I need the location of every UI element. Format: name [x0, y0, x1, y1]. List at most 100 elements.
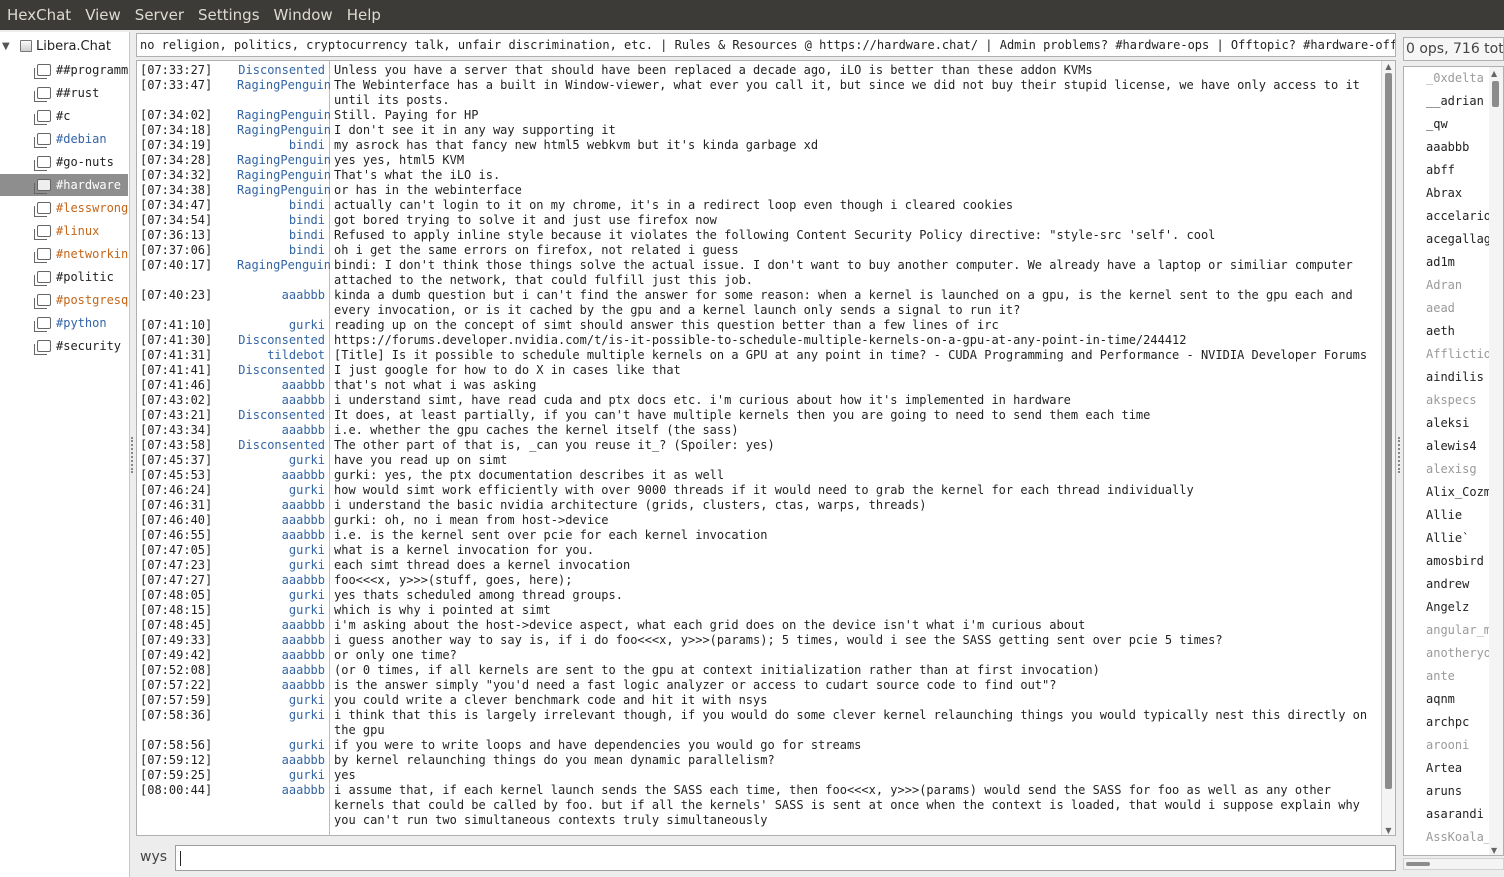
channel-item[interactable]: ##rust: [0, 82, 128, 104]
message-nick[interactable]: Disconsented: [237, 363, 327, 378]
message-nick[interactable]: RagingPenguin: [237, 108, 331, 123]
user-item[interactable]: aeth: [1426, 320, 1455, 343]
left-pane-grip[interactable]: [131, 437, 134, 473]
user-item[interactable]: Afflictio: [1426, 343, 1491, 366]
user-item[interactable]: aead: [1426, 297, 1455, 320]
channel-item[interactable]: #c: [0, 105, 128, 127]
scroll-thumb[interactable]: [1385, 73, 1392, 789]
channel-item[interactable]: ##programm: [0, 59, 128, 81]
message-nick[interactable]: aaabbb: [237, 663, 327, 678]
user-item[interactable]: akspecs: [1426, 389, 1477, 412]
user-item[interactable]: asarandi: [1426, 803, 1484, 826]
message-input[interactable]: [175, 845, 1396, 871]
chat-scrollbar[interactable]: ▲ ▼: [1381, 61, 1395, 835]
message-nick[interactable]: bindi: [237, 138, 327, 153]
user-item[interactable]: Artea: [1426, 757, 1462, 780]
message-nick[interactable]: RagingPenguin: [237, 183, 331, 198]
userlist-scroll-down-icon[interactable]: ▼: [1491, 846, 1497, 855]
message-nick[interactable]: aaabbb: [237, 393, 327, 408]
user-item[interactable]: aqnm: [1426, 688, 1455, 711]
user-item[interactable]: archpc: [1426, 711, 1469, 734]
user-item[interactable]: ante: [1426, 665, 1455, 688]
message-nick[interactable]: RagingPenguin: [237, 153, 331, 168]
channel-item[interactable]: #linux: [0, 220, 128, 242]
message-nick[interactable]: gurki: [237, 543, 327, 558]
message-nick[interactable]: aaabbb: [237, 573, 327, 588]
message-nick[interactable]: gurki: [237, 483, 327, 498]
message-nick[interactable]: aaabbb: [237, 513, 327, 528]
user-item[interactable]: acegallag: [1426, 228, 1491, 251]
message-nick[interactable]: RagingPenguin: [237, 123, 331, 138]
message-nick[interactable]: Disconsented: [237, 438, 327, 453]
scroll-down-icon[interactable]: ▼: [1384, 827, 1393, 835]
message-nick[interactable]: gurki: [237, 588, 327, 603]
message-nick[interactable]: aaabbb: [237, 633, 327, 648]
message-nick[interactable]: aaabbb: [237, 648, 327, 663]
message-nick[interactable]: bindi: [237, 243, 327, 258]
message-nick[interactable]: aaabbb: [237, 423, 327, 438]
user-item[interactable]: aaabbb: [1426, 136, 1469, 159]
channel-item[interactable]: #hardware: [0, 174, 128, 196]
userlist-scroll-up-icon[interactable]: ▲: [1491, 69, 1497, 78]
user-item[interactable]: _qw: [1426, 113, 1448, 136]
message-nick[interactable]: aaabbb: [237, 753, 327, 768]
user-item[interactable]: Alix_Cozm: [1426, 481, 1491, 504]
user-item[interactable]: accelario: [1426, 205, 1491, 228]
menu-settings[interactable]: Settings: [191, 0, 267, 30]
message-nick[interactable]: bindi: [237, 213, 327, 228]
message-nick[interactable]: gurki: [237, 708, 327, 738]
message-nick[interactable]: gurki: [237, 453, 327, 468]
user-item[interactable]: Angelz: [1426, 596, 1469, 619]
menu-help[interactable]: Help: [340, 0, 388, 30]
message-nick[interactable]: Disconsented: [237, 333, 327, 348]
channel-item[interactable]: #go-nuts: [0, 151, 128, 173]
menu-server[interactable]: Server: [128, 0, 191, 30]
message-nick[interactable]: tildebot: [237, 348, 327, 363]
userlist-hscroll-thumb[interactable]: [1406, 862, 1430, 866]
message-nick[interactable]: gurki: [237, 738, 327, 753]
message-nick[interactable]: aaabbb: [237, 468, 327, 483]
channel-item[interactable]: #python: [0, 312, 128, 334]
user-item[interactable]: Allie`: [1426, 527, 1469, 550]
user-item[interactable]: aruns: [1426, 780, 1462, 803]
message-nick[interactable]: RagingPenguin: [237, 78, 331, 108]
message-nick[interactable]: gurki: [237, 318, 327, 333]
user-item[interactable]: alexisg: [1426, 458, 1477, 481]
user-item[interactable]: AssKoala_: [1426, 826, 1491, 849]
scroll-up-icon[interactable]: ▲: [1384, 63, 1393, 71]
channel-item[interactable]: #lesswrong: [0, 197, 128, 219]
message-nick[interactable]: RagingPenguin: [237, 258, 331, 288]
message-nick[interactable]: aaabbb: [237, 378, 327, 393]
channel-item[interactable]: #networkin: [0, 243, 128, 265]
channel-item[interactable]: #postgresq: [0, 289, 128, 311]
message-nick[interactable]: gurki: [237, 603, 327, 618]
message-nick[interactable]: RagingPenguin: [237, 168, 331, 183]
user-item[interactable]: angular_m: [1426, 619, 1491, 642]
message-nick[interactable]: aaabbb: [237, 783, 327, 828]
menu-hexchat[interactable]: HexChat: [0, 0, 78, 30]
right-pane-grip[interactable]: [1398, 437, 1401, 473]
message-nick[interactable]: aaabbb: [237, 618, 327, 633]
user-item[interactable]: Adran: [1426, 274, 1462, 297]
user-item[interactable]: Allie: [1426, 504, 1462, 527]
user-item[interactable]: arooni: [1426, 734, 1469, 757]
user-item[interactable]: andrew: [1426, 573, 1469, 596]
menu-view[interactable]: View: [78, 0, 128, 30]
user-item[interactable]: Abrax: [1426, 182, 1462, 205]
chat-view[interactable]: [07:33:27] Disconsented Unless you have a …: [136, 60, 1396, 836]
expand-arrow-icon[interactable]: ▼: [2, 41, 16, 52]
message-nick[interactable]: gurki: [237, 693, 327, 708]
user-item[interactable]: alewis4: [1426, 435, 1477, 458]
network-node[interactable]: ▼ Libera.Chat: [2, 36, 111, 56]
message-nick[interactable]: aaabbb: [237, 498, 327, 513]
nick-button[interactable]: wys: [140, 849, 167, 865]
channel-item[interactable]: #debian: [0, 128, 128, 150]
channel-item[interactable]: #security: [0, 335, 128, 357]
message-nick[interactable]: aaabbb: [237, 528, 327, 543]
message-nick[interactable]: Disconsented: [237, 408, 327, 423]
user-item[interactable]: amosbird: [1426, 550, 1484, 573]
menu-window[interactable]: Window: [267, 0, 340, 30]
user-list[interactable]: AssKoala_ asarandi aruns Artea arooni archpc a…: [1403, 66, 1504, 856]
user-item[interactable]: _0xdelta: [1426, 67, 1484, 90]
userlist-scroll-thumb[interactable]: [1492, 81, 1499, 107]
